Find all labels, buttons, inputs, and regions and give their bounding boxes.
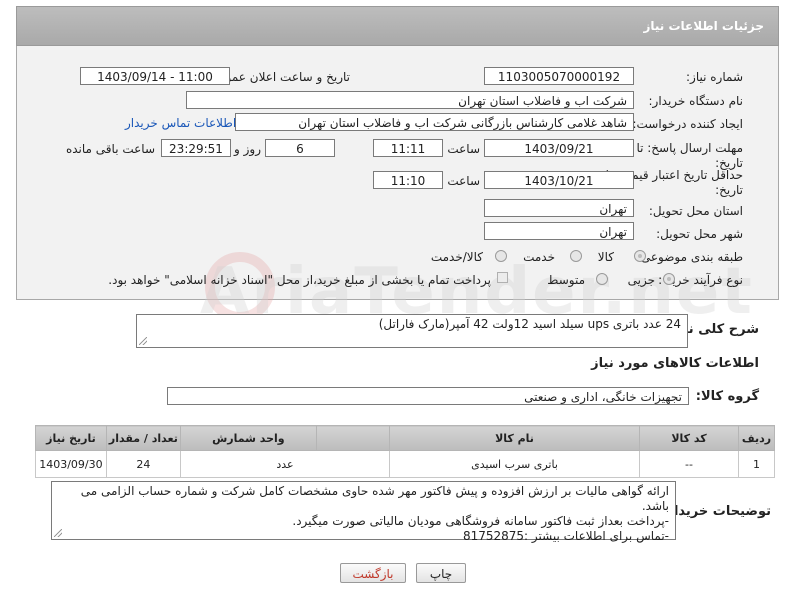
cell-unit: عدد: [179, 450, 391, 478]
buyer-org-field: شرکت اب و فاضلاب استان تهران: [186, 91, 634, 109]
buyer-note-line-1: ارائه گواهی مالیات بر ارزش افزوده و پیش …: [80, 484, 669, 513]
category-service-label: خدمت: [523, 250, 555, 264]
category-both-label: کالا/خدمت: [430, 250, 483, 264]
buyer-note-line-3: -تماس برای اطلاعات بیشتر :81752875: [462, 529, 669, 543]
process-minor-radio[interactable]: [663, 273, 675, 285]
city-label: شهر محل تحویل:: [656, 227, 743, 241]
buyer-note-line-2: -پرداخت بعداز ثبت فاکتور سامانه فروشگاهی…: [292, 514, 669, 528]
buyer-notes-textarea: ارائه گواهی مالیات بر ارزش افزوده و پیش …: [51, 481, 676, 543]
print-button[interactable]: چاپ: [416, 563, 466, 583]
need-number-label: شماره نیاز:: [686, 70, 743, 84]
category-service-radio[interactable]: [570, 250, 582, 262]
col-row: ردیف: [738, 425, 775, 451]
remaining-label: ساعت باقی مانده: [65, 142, 155, 156]
col-name: نام کالا: [389, 425, 640, 451]
cell-quantity: 24: [105, 450, 181, 478]
deadline-time-label: ساعت: [447, 142, 480, 156]
resize-handle-icon[interactable]: [54, 529, 62, 537]
province-label: استان محل تحویل:: [648, 204, 743, 218]
table-row: 1403/09/30 24 عدد باتری سرب اسیدی -- 1: [35, 450, 775, 478]
cell-date: 1403/09/30: [35, 450, 107, 478]
province-field: تهران: [484, 199, 634, 217]
category-label: طبقه بندی موضوعی:: [636, 250, 743, 264]
summary-text: 24 عدد باتری ups سیلد اسید 12ولت 42 آمپر…: [378, 317, 681, 331]
validity-time-label: ساعت: [447, 174, 480, 188]
validity-time-field: 11:10: [373, 171, 443, 189]
treasury-payment-checkbox[interactable]: [497, 272, 508, 283]
remaining-time-field: 23:29:51: [161, 139, 231, 157]
cell-name: باتری سرب اسیدی: [389, 450, 640, 478]
panel-header: جزئیات اطلاعات نیاز: [16, 6, 779, 46]
process-medium-label: متوسط: [547, 273, 585, 287]
goods-table: تاریخ نیاز تعداد / مقدار واحد شمارش نام …: [35, 425, 775, 478]
requester-label: ایجاد کننده درخواست:: [632, 117, 743, 131]
table-header-row: تاریخ نیاز تعداد / مقدار واحد شمارش نام …: [35, 425, 775, 451]
requester-field: شاهد غلامی کارشناس بازرگانی شرکت اب و فا…: [235, 113, 634, 131]
city-field: تهران: [484, 222, 634, 240]
deadline-time-field: 11:11: [373, 139, 443, 157]
need-number-field: 1103005070000192: [484, 67, 634, 85]
summary-textarea: 24 عدد باتری ups سیلد اسید 12ولت 42 آمپر…: [136, 314, 688, 348]
days-label: روز و: [234, 142, 261, 156]
category-goods-label: کالا: [597, 250, 614, 264]
goods-info-title: اطلاعات کالاهای مورد نیاز: [591, 356, 759, 371]
resize-handle-icon[interactable]: [139, 337, 147, 345]
col-quantity: تعداد / مقدار: [105, 425, 181, 451]
buyer-notes-label: توضیحات خریدار:: [661, 504, 771, 519]
category-both-radio[interactable]: [495, 250, 507, 262]
process-minor-label: جزیی: [627, 273, 655, 287]
days-field: 6: [265, 139, 335, 157]
col-date: تاریخ نیاز: [35, 425, 107, 451]
announce-field: 1403/09/14 - 11:00: [80, 67, 230, 85]
col-unit-spacer: [315, 425, 391, 451]
back-button[interactable]: بازگشت: [340, 563, 406, 583]
goods-group-label: گروه کالا:: [695, 389, 759, 404]
buyer-contact-link[interactable]: اطلاعات تماس خریدار: [125, 116, 236, 130]
buyer-org-label: نام دستگاه خریدار:: [648, 94, 744, 108]
cell-code: --: [638, 450, 740, 478]
page-title: جزئیات اطلاعات نیاز: [643, 19, 764, 33]
col-unit: واحد شمارش: [179, 425, 317, 451]
col-code: کد کالا: [638, 425, 740, 451]
goods-group-field: تجهیزات خانگی، اداری و صنعتی: [167, 387, 689, 405]
category-goods-radio[interactable]: [634, 250, 646, 262]
deadline-date-field: 1403/09/21: [484, 139, 634, 157]
validity-date-field: 1403/10/21: [484, 171, 634, 189]
process-medium-radio[interactable]: [596, 273, 608, 285]
cell-row: 1: [738, 450, 775, 478]
treasury-payment-note: پرداخت تمام یا بخشی از مبلغ خرید،از محل …: [108, 273, 491, 287]
